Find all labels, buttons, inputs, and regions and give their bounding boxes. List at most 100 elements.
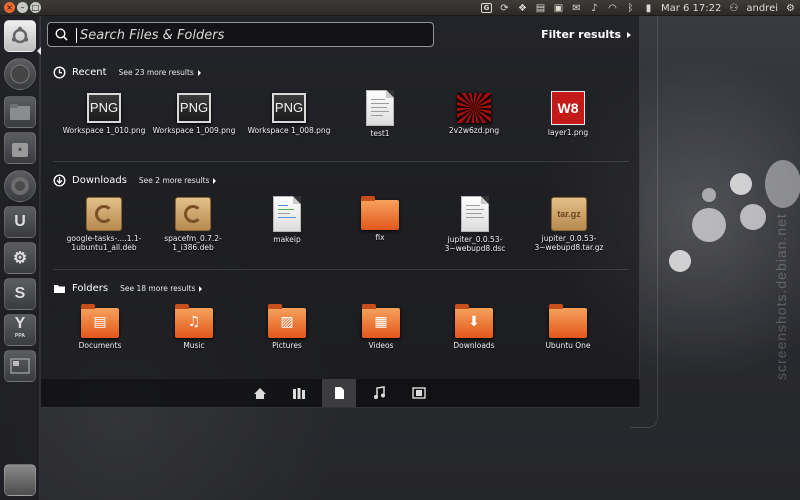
result-item[interactable]: PNG Workspace 1_009.png xyxy=(152,88,236,135)
ubuntu-one-launcher[interactable]: U xyxy=(4,206,36,238)
result-item[interactable]: fix xyxy=(338,194,422,242)
wrench-gear-icon: ⚙ xyxy=(12,250,28,267)
clipboard-icon[interactable]: ▤ xyxy=(535,2,546,14)
user-name[interactable]: andrei xyxy=(746,2,778,14)
filter-results-button[interactable]: Filter results xyxy=(541,28,631,41)
video-lens-button[interactable] xyxy=(402,379,436,407)
notes-icon[interactable]: ▣ xyxy=(553,2,564,14)
settings-launcher[interactable]: ⚙ xyxy=(4,242,36,274)
chevron-right-icon xyxy=(199,285,203,292)
volume-icon[interactable]: ♪ xyxy=(589,2,600,14)
section-divider xyxy=(53,269,629,270)
chevron-right-icon xyxy=(627,31,631,38)
result-item[interactable]: google-tasks-....1.1-1ubuntu1_all.deb xyxy=(59,194,149,252)
search-icon xyxy=(55,28,68,41)
script-document-icon xyxy=(273,196,301,232)
ubuntu-logo-icon xyxy=(11,26,29,44)
see-more-recent-link[interactable]: See 23 more results xyxy=(119,68,201,77)
item-label: spacefm_0.7.2-1_i386.deb xyxy=(164,234,222,252)
folder-item[interactable]: ♫ Music xyxy=(152,302,236,350)
google-indicator-icon[interactable]: G xyxy=(480,3,492,13)
item-label: Documents xyxy=(78,341,122,350)
result-item[interactable]: tar.gz jupiter_0.0.53-3~webupd8.tar.gz xyxy=(523,194,615,252)
item-label: jupiter_0.0.53-3~webupd8.tar.gz xyxy=(534,234,604,252)
minimize-window-button[interactable]: – xyxy=(17,2,28,13)
files-lens-button[interactable] xyxy=(322,379,356,407)
close-window-button[interactable]: × xyxy=(4,2,15,13)
watermark-text: screenshots.debian.net xyxy=(773,213,789,380)
see-more-folders-link[interactable]: See 18 more results xyxy=(120,284,203,293)
globe-icon xyxy=(10,64,30,84)
image-thumbnail xyxy=(457,93,491,123)
debian-package-icon xyxy=(175,197,211,231)
item-label: Workspace 1_008.png xyxy=(247,126,331,135)
sync-indicator-icon[interactable]: ⟳ xyxy=(499,2,510,14)
text-document-icon xyxy=(461,196,489,232)
chevron-right-icon xyxy=(213,177,217,184)
file-manager-launcher[interactable] xyxy=(4,96,36,128)
gear-icon[interactable]: ⚙ xyxy=(785,2,796,14)
png-thumbnail: PNG xyxy=(87,93,121,123)
search-bar[interactable] xyxy=(47,22,434,47)
maximize-window-button[interactable]: □ xyxy=(30,2,41,13)
dropbox-icon[interactable]: ❖ xyxy=(517,2,528,14)
workspace-switcher-launcher[interactable] xyxy=(4,350,36,382)
result-item[interactable]: test1 xyxy=(338,88,422,138)
y-ppa-manager-launcher[interactable]: Y PPA xyxy=(4,314,36,346)
folder-item[interactable]: ▦ Videos xyxy=(339,302,423,350)
ppa-icon: Y xyxy=(14,315,26,332)
clock[interactable]: Mar 6 17:22 xyxy=(661,2,721,14)
item-label: layer1.png xyxy=(547,128,589,137)
result-item[interactable]: W8 layer1.png xyxy=(526,88,610,137)
result-item[interactable]: 2v2w6zd.png xyxy=(432,88,516,135)
item-label: Workspace 1_010.png xyxy=(62,126,146,135)
folder-item[interactable]: ⬇ Downloads xyxy=(432,302,516,350)
see-more-downloads-link[interactable]: See 2 more results xyxy=(138,176,217,185)
recent-section-header: Recent See 23 more results xyxy=(53,66,201,79)
trash-launcher[interactable] xyxy=(4,464,36,496)
folder-item[interactable]: Ubuntu One xyxy=(526,302,610,350)
result-item[interactable]: makeip xyxy=(245,194,329,244)
pictures-folder-icon: ▨ xyxy=(268,304,306,338)
battery-icon[interactable]: ▮ xyxy=(643,2,654,14)
result-item[interactable]: spacefm_0.7.2-1_i386.deb xyxy=(147,194,239,252)
software-center-launcher[interactable]: * xyxy=(4,132,36,164)
dash-home-button[interactable] xyxy=(4,20,36,52)
result-item[interactable]: PNG Workspace 1_010.png xyxy=(62,88,146,135)
system-settings-launcher[interactable] xyxy=(4,58,36,90)
software-updater-launcher[interactable]: S xyxy=(4,278,36,310)
mail-icon[interactable]: ✉ xyxy=(571,2,582,14)
bokeh-light xyxy=(669,250,691,272)
folders-section-header: Folders See 18 more results xyxy=(53,282,203,295)
wifi-icon[interactable]: ◠ xyxy=(607,2,618,14)
firefox-launcher[interactable] xyxy=(4,170,36,202)
section-title: Recent xyxy=(72,67,107,78)
section-title: Downloads xyxy=(72,175,127,186)
workspaces-icon xyxy=(10,358,30,374)
shopping-bag-icon: * xyxy=(12,143,28,157)
folder-item[interactable]: ▨ Pictures xyxy=(245,302,329,350)
bokeh-light xyxy=(702,188,716,202)
folder-item[interactable]: ▤ Documents xyxy=(58,302,142,350)
music-lens-button[interactable] xyxy=(362,379,396,407)
bokeh-light xyxy=(692,208,726,242)
result-item[interactable]: jupiter_0.0.53-3~webupd8.dsc xyxy=(429,194,521,253)
item-label: Workspace 1_009.png xyxy=(152,126,236,135)
ppa-label: PPA xyxy=(15,333,25,339)
top-panel: × – □ G ⟳ ❖ ▤ ▣ ✉ ♪ ◠ ᛒ ▮ Mar 6 17:22 ⚇ … xyxy=(0,0,800,16)
applications-lens-button[interactable] xyxy=(282,379,316,407)
bokeh-light xyxy=(740,204,766,230)
section-title: Folders xyxy=(72,283,109,294)
update-manager-icon: S xyxy=(14,285,26,302)
result-item[interactable]: PNG Workspace 1_008.png xyxy=(247,88,331,135)
home-lens-button[interactable] xyxy=(243,379,277,407)
user-icon[interactable]: ⚇ xyxy=(728,2,739,14)
archive-type-label: tar.gz xyxy=(557,209,581,219)
see-more-label: See 2 more results xyxy=(138,176,210,185)
bluetooth-icon[interactable]: ᛒ xyxy=(625,2,636,14)
search-input[interactable] xyxy=(78,25,428,45)
item-label: fix xyxy=(375,233,385,242)
music-folder-icon: ♫ xyxy=(175,304,213,338)
text-cursor xyxy=(76,28,77,43)
clock-icon xyxy=(53,66,66,79)
